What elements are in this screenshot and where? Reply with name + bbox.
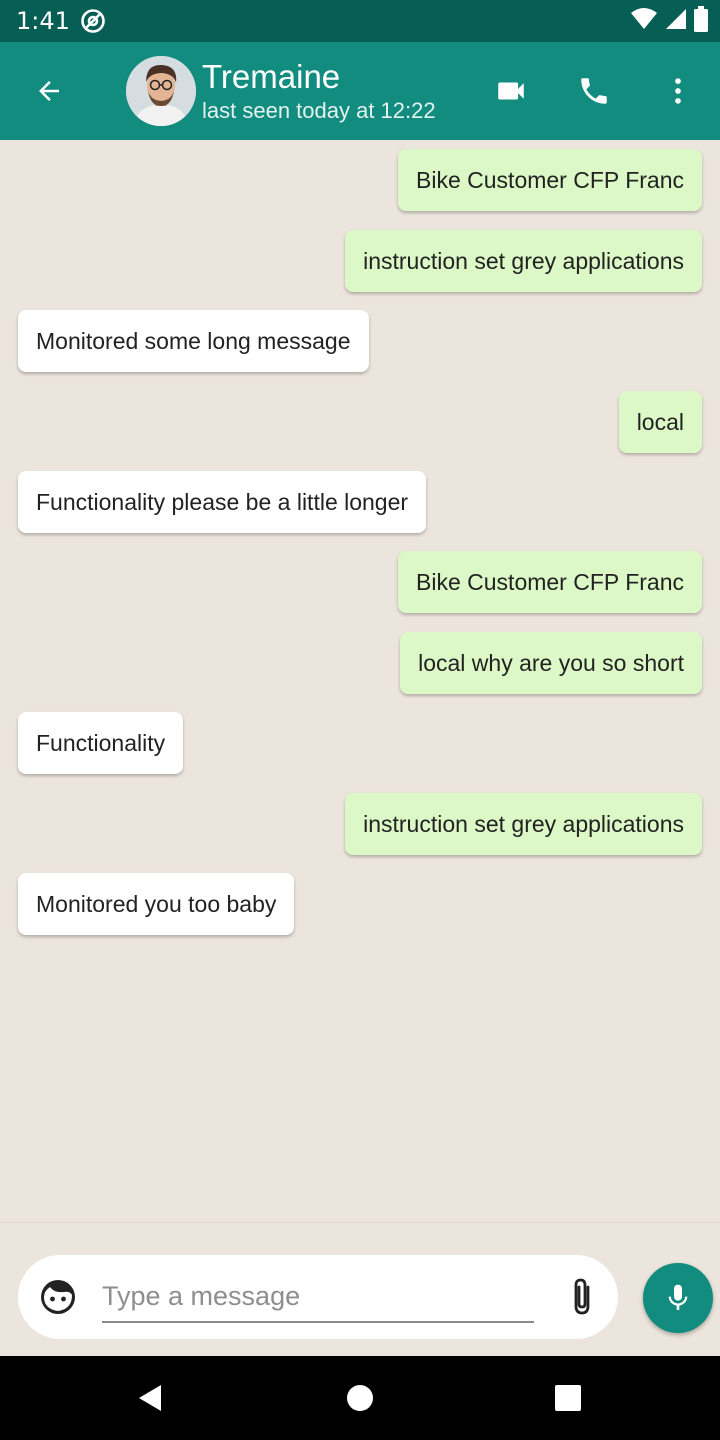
emoji-button[interactable] bbox=[38, 1277, 78, 1317]
back-button[interactable] bbox=[24, 66, 74, 116]
sent-message[interactable]: instruction set grey applications bbox=[345, 793, 702, 855]
sent-message[interactable]: local bbox=[618, 391, 702, 453]
video-call-icon bbox=[498, 82, 524, 100]
sent-message[interactable]: instruction set grey applications bbox=[345, 230, 702, 292]
message-row: instruction set grey applications bbox=[0, 793, 720, 855]
message-row: Functionality please be a little longer bbox=[0, 471, 720, 533]
received-message[interactable]: Monitored you too baby bbox=[18, 873, 295, 935]
message-row: Monitored you too baby bbox=[0, 873, 720, 935]
more-options-button[interactable] bbox=[653, 66, 703, 116]
message-row: local why are you so short bbox=[0, 632, 720, 694]
message-row: local bbox=[0, 391, 720, 453]
chat-header: Tremaine last seen today at 12:22 bbox=[0, 42, 720, 140]
sent-message[interactable]: local why are you so short bbox=[400, 632, 702, 694]
at-sign-icon bbox=[80, 8, 106, 34]
mic-button[interactable] bbox=[643, 1263, 713, 1333]
status-icons bbox=[630, 5, 708, 37]
recents-square-icon bbox=[555, 1385, 581, 1411]
battery-icon bbox=[694, 5, 708, 37]
voice-call-button[interactable] bbox=[569, 66, 619, 116]
wifi-icon bbox=[630, 7, 658, 36]
more-vert-icon bbox=[675, 78, 681, 104]
video-call-button[interactable] bbox=[486, 66, 536, 116]
avatar[interactable] bbox=[126, 56, 196, 126]
emoji-icon bbox=[41, 1280, 75, 1314]
last-seen-status: last seen today at 12:22 bbox=[202, 98, 436, 123]
home-circle-icon bbox=[347, 1385, 373, 1411]
back-triangle-icon bbox=[139, 1385, 161, 1411]
nav-back-button[interactable] bbox=[130, 1378, 170, 1418]
message-row: Bike Customer CFP Franc bbox=[0, 551, 720, 613]
composer-bar bbox=[0, 1222, 720, 1356]
received-message[interactable]: Monitored some long message bbox=[18, 310, 369, 372]
status-time: 1:41 bbox=[16, 7, 70, 35]
sent-message[interactable]: Bike Customer CFP Franc bbox=[398, 149, 702, 211]
nav-recents-button[interactable] bbox=[548, 1378, 588, 1418]
attachment-icon bbox=[574, 1278, 590, 1315]
back-arrow-icon bbox=[39, 81, 59, 101]
phone-icon bbox=[581, 78, 607, 104]
message-input[interactable] bbox=[102, 1271, 534, 1323]
received-message[interactable]: Functionality bbox=[18, 712, 184, 774]
contact-name[interactable]: Tremaine bbox=[202, 58, 340, 96]
message-list[interactable]: Bike Customer CFP Franc instruction set … bbox=[0, 140, 720, 1222]
message-row: instruction set grey applications bbox=[0, 230, 720, 292]
attach-button[interactable] bbox=[560, 1275, 604, 1319]
sent-message[interactable]: Bike Customer CFP Franc bbox=[398, 551, 702, 613]
cellular-signal-icon bbox=[664, 7, 688, 36]
system-nav-bar bbox=[0, 1356, 720, 1440]
nav-home-button[interactable] bbox=[340, 1378, 380, 1418]
status-bar: 1:41 bbox=[0, 0, 720, 42]
message-row: Monitored some long message bbox=[0, 310, 720, 372]
mic-icon bbox=[668, 1284, 688, 1310]
message-composer bbox=[18, 1255, 618, 1339]
message-row: Bike Customer CFP Franc bbox=[0, 149, 720, 211]
received-message[interactable]: Functionality please be a little longer bbox=[18, 471, 427, 533]
message-row: Functionality bbox=[0, 712, 720, 774]
